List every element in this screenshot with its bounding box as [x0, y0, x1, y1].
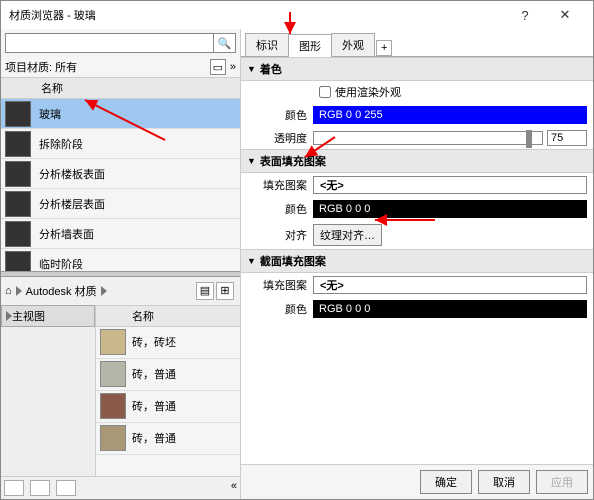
- breadcrumb: ⌂ Autodesk 材质 ▤ ⊞: [1, 277, 240, 305]
- shade-color-value[interactable]: RGB 0 0 255: [313, 106, 587, 124]
- use-render-label: 使用渲染外观: [335, 84, 401, 100]
- dup-icon[interactable]: [30, 480, 50, 496]
- lib-thumb: [100, 393, 126, 419]
- close-icon[interactable]: ✕: [545, 7, 585, 23]
- pattern-label: 填充图案: [247, 177, 307, 193]
- filter-row: 项目材质: 所有 ▭ »: [1, 57, 240, 77]
- list-item[interactable]: 分析墙表面: [1, 219, 240, 249]
- search-input[interactable]: [5, 33, 214, 53]
- material-thumb: [5, 251, 31, 271]
- dialog-footer: 确定 取消 应用: [241, 464, 593, 499]
- list-item[interactable]: 临时阶段: [1, 249, 240, 271]
- cut-color-value[interactable]: RGB 0 0 0: [313, 300, 587, 318]
- library-list: 名称 砖，砖坯砖，普通砖，普通砖，普通: [96, 305, 240, 477]
- right-panel: 标识 图形 外观 + 着色 使用渲染外观 颜色 RGB 0 0 255 透明度 7…: [241, 29, 593, 499]
- view-toggle-icon[interactable]: ▭: [210, 59, 226, 75]
- color-label: 颜色: [247, 201, 307, 217]
- list-item[interactable]: 砖，普通: [96, 391, 240, 423]
- section-shading[interactable]: 着色: [241, 57, 593, 81]
- material-name: 拆除阶段: [39, 136, 83, 152]
- tree-root[interactable]: 主视图: [12, 308, 45, 324]
- list-item[interactable]: 分析楼板表面: [1, 159, 240, 189]
- view-list-icon[interactable]: ▤: [196, 282, 214, 300]
- trans-slider[interactable]: [313, 131, 543, 145]
- align-button[interactable]: 纹理对齐…: [313, 224, 382, 246]
- color-label: 颜色: [247, 301, 307, 317]
- color-label: 颜色: [247, 107, 307, 123]
- list-item[interactable]: 拆除阶段: [1, 129, 240, 159]
- use-render-row: 使用渲染外观: [241, 81, 593, 103]
- tabs: 标识 图形 外观 +: [241, 29, 593, 57]
- material-name: 临时阶段: [39, 256, 83, 271]
- window-title: 材质浏览器 - 玻璃: [9, 7, 505, 23]
- trans-label: 透明度: [247, 130, 307, 146]
- list-item[interactable]: 分析楼层表面: [1, 189, 240, 219]
- add-tab-button[interactable]: +: [376, 40, 392, 56]
- tab-appearance[interactable]: 外观: [331, 33, 375, 56]
- left-panel: 🔍 项目材质: 所有 ▭ » 名称 玻璃拆除阶段分析楼板表面分析楼层表面分析墙表…: [1, 29, 241, 499]
- material-thumb: [5, 191, 31, 217]
- chevron-right-icon: [16, 286, 22, 296]
- trans-value[interactable]: 75: [547, 130, 587, 146]
- properties: 着色 使用渲染外观 颜色 RGB 0 0 255 透明度 75 表面填充图案 填充…: [241, 57, 593, 464]
- lib-name: 砖，普通: [132, 398, 176, 414]
- list-item[interactable]: 砖，砖坯: [96, 327, 240, 359]
- tree-panel: 主视图: [1, 305, 96, 477]
- material-name: 分析墙表面: [39, 226, 94, 242]
- section-cut[interactable]: 截面填充图案: [241, 249, 593, 273]
- home-icon[interactable]: ⌂: [5, 285, 12, 297]
- lib-name: 砖，砖坯: [132, 334, 176, 350]
- cut-pattern-value[interactable]: <无>: [313, 276, 587, 294]
- lib-thumb: [100, 425, 126, 451]
- material-thumb: [5, 131, 31, 157]
- use-render-checkbox[interactable]: [319, 86, 331, 98]
- lib-thumb: [100, 329, 126, 355]
- tab-graphics[interactable]: 图形: [288, 34, 332, 57]
- material-name: 分析楼层表面: [39, 196, 105, 212]
- pattern-label: 填充图案: [247, 277, 307, 293]
- titlebar: 材质浏览器 - 玻璃 ? ✕: [1, 1, 593, 29]
- tab-identity[interactable]: 标识: [245, 33, 289, 56]
- material-thumb: [5, 161, 31, 187]
- list-item[interactable]: 玻璃: [1, 99, 240, 129]
- material-thumb: [5, 221, 31, 247]
- lib-name: 砖，普通: [132, 366, 176, 382]
- swatch-icon[interactable]: [56, 480, 76, 496]
- ok-button[interactable]: 确定: [420, 470, 472, 494]
- cancel-button[interactable]: 取消: [478, 470, 530, 494]
- lib-header: 名称: [96, 305, 240, 327]
- apply-button[interactable]: 应用: [536, 470, 588, 494]
- list-item[interactable]: 砖，普通: [96, 423, 240, 455]
- expand-button[interactable]: »: [230, 61, 236, 73]
- chevron-right-icon: [101, 286, 107, 296]
- material-thumb: [5, 101, 31, 127]
- lib-name: 砖，普通: [132, 430, 176, 446]
- bottom-toolbar: «: [1, 476, 240, 499]
- material-list: 玻璃拆除阶段分析楼板表面分析楼层表面分析墙表面临时阶段: [1, 99, 240, 271]
- list-item[interactable]: 砖，普通: [96, 359, 240, 391]
- view-grid-icon[interactable]: ⊞: [216, 282, 234, 300]
- surf-color-value[interactable]: RGB 0 0 0: [313, 200, 587, 218]
- section-surface[interactable]: 表面填充图案: [241, 149, 593, 173]
- filter-label[interactable]: 项目材质: 所有: [5, 59, 206, 75]
- material-name: 玻璃: [39, 106, 61, 122]
- list-header: 名称: [1, 77, 240, 99]
- material-name: 分析楼板表面: [39, 166, 105, 182]
- new-icon[interactable]: [4, 480, 24, 496]
- search-bar: 🔍: [1, 29, 240, 57]
- surf-pattern-value[interactable]: <无>: [313, 176, 587, 194]
- align-label: 对齐: [247, 227, 307, 243]
- search-icon[interactable]: 🔍: [214, 33, 236, 53]
- collapse-button[interactable]: «: [231, 480, 237, 496]
- lib-thumb: [100, 361, 126, 387]
- help-icon[interactable]: ?: [505, 8, 545, 23]
- breadcrumb-lib[interactable]: Autodesk 材质: [26, 283, 97, 299]
